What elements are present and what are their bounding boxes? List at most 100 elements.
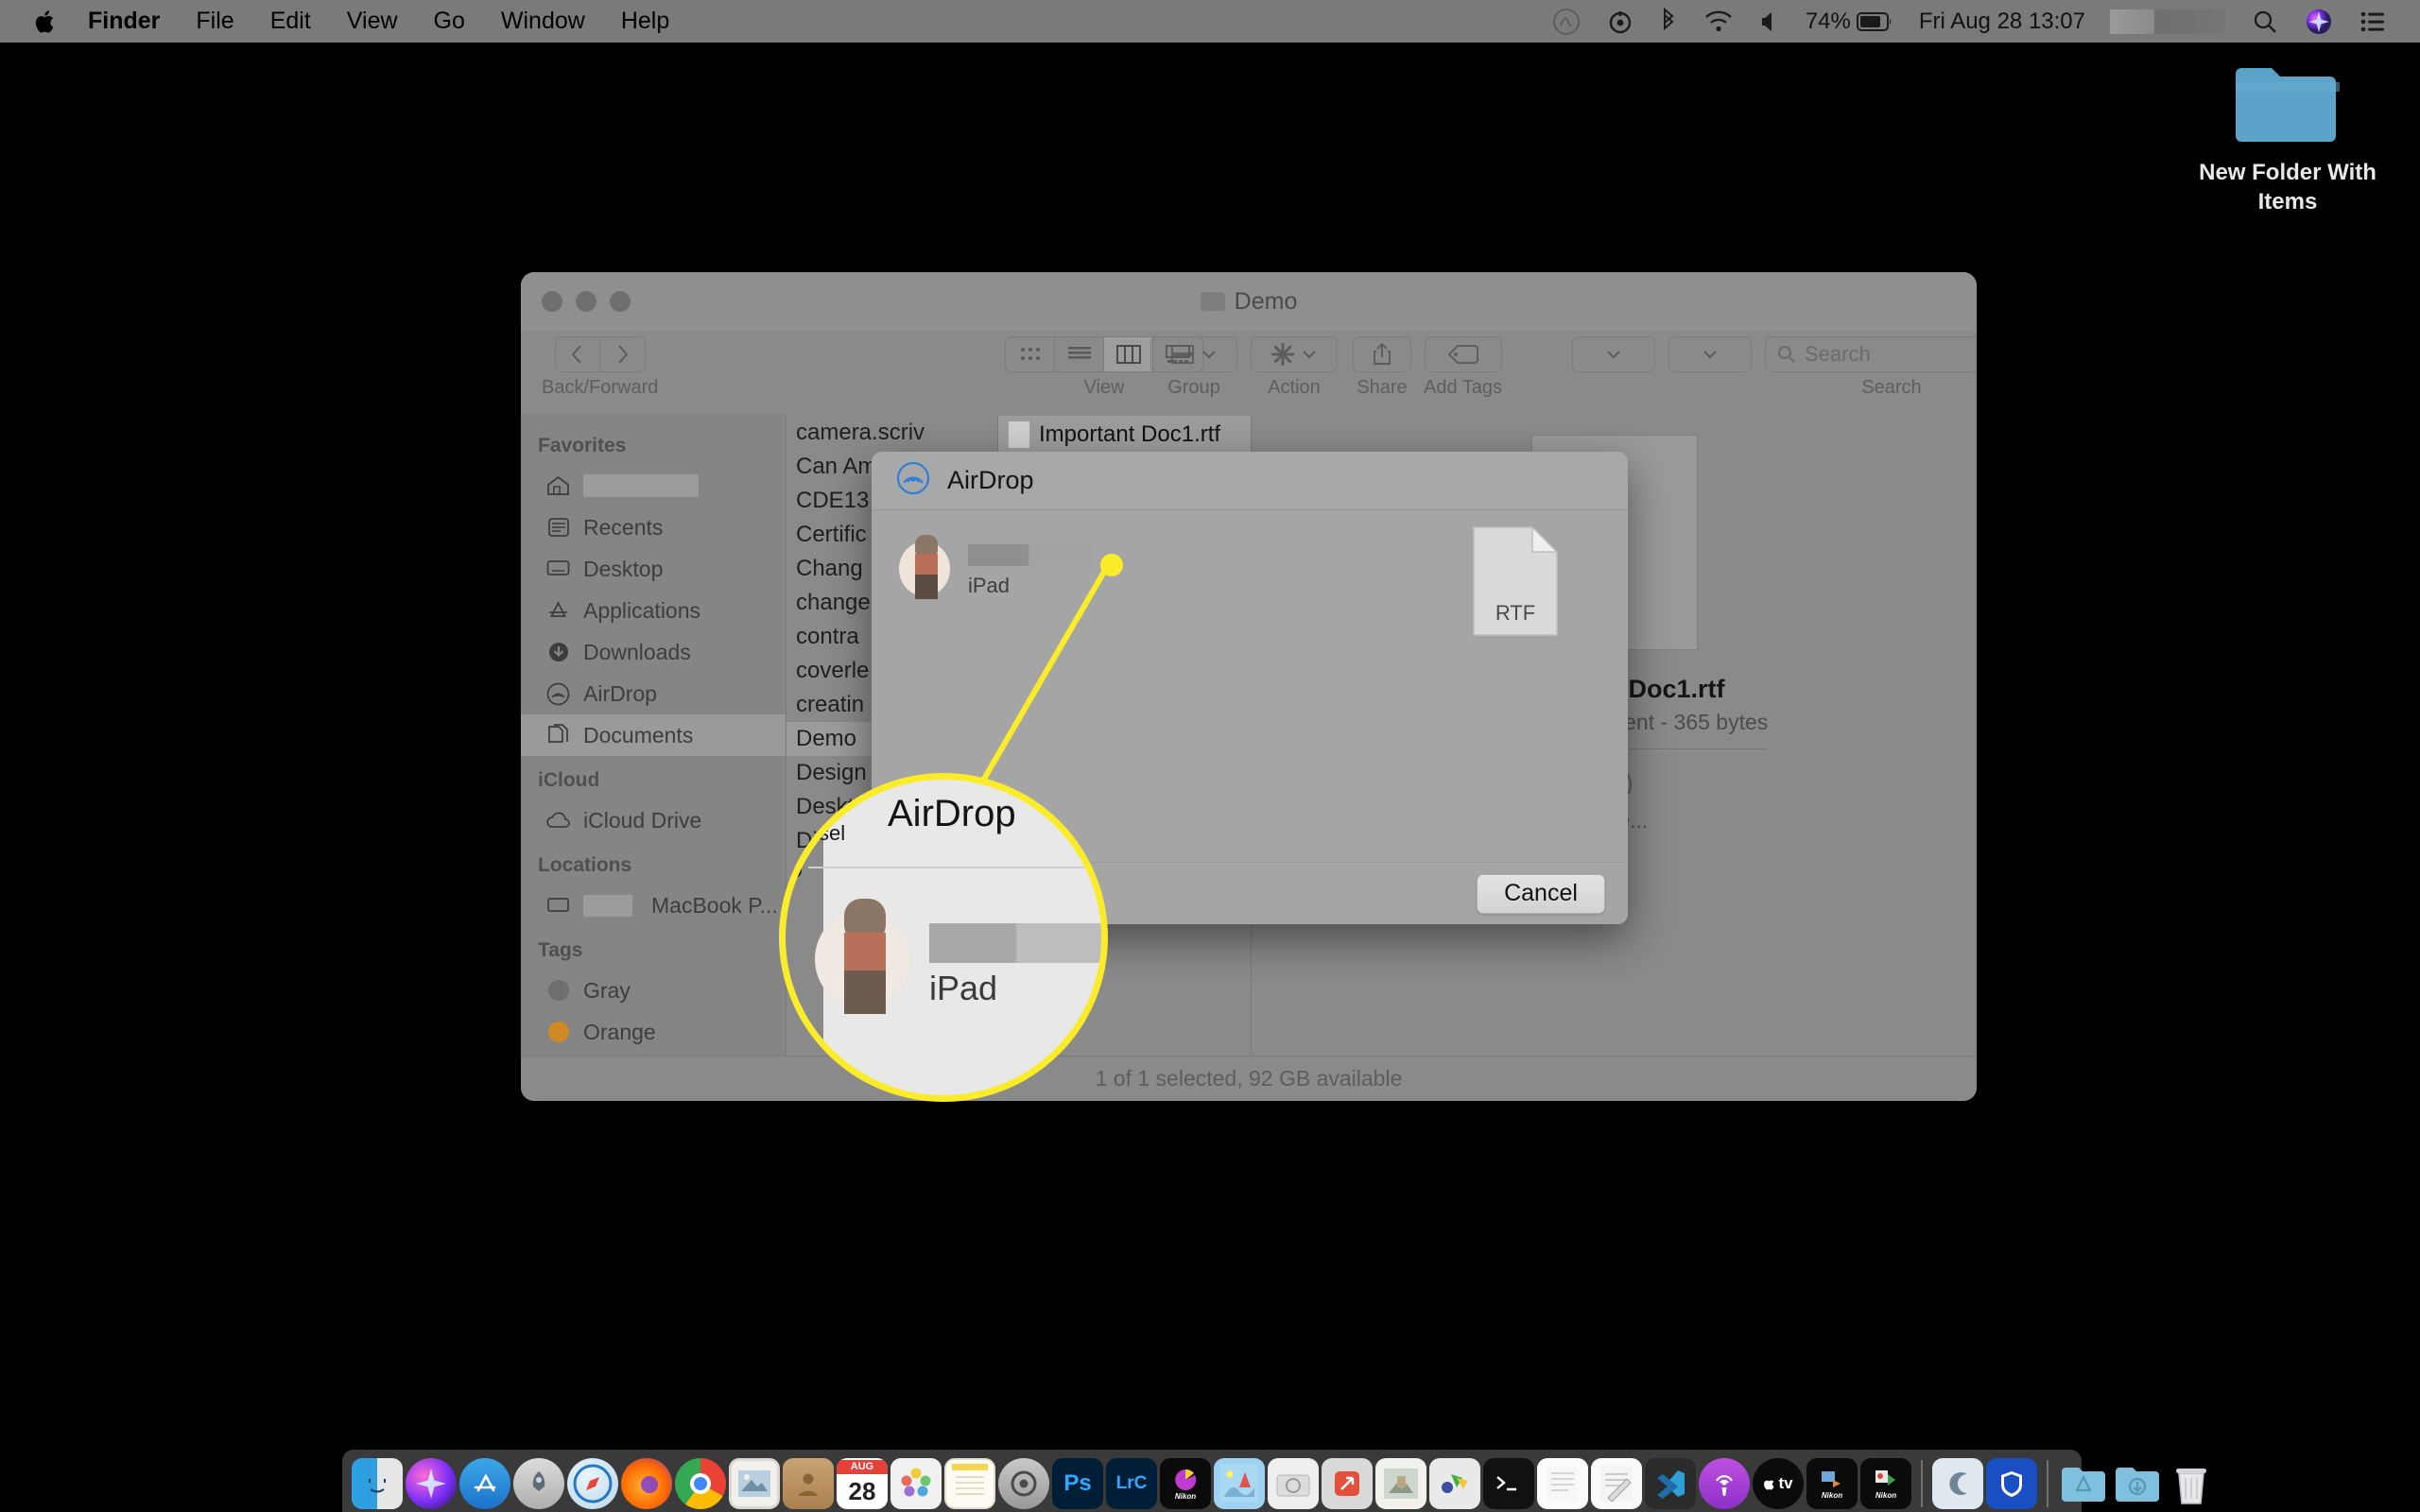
bluetooth-icon[interactable]: [1647, 0, 1690, 43]
apple-tv-icon[interactable]: tv: [1753, 1458, 1804, 1509]
resize-icon[interactable]: [1322, 1458, 1373, 1509]
action-button[interactable]: [1251, 336, 1338, 372]
menu-item-help[interactable]: Help: [603, 0, 687, 43]
nikon-viewnx-icon[interactable]: Nikon: [1860, 1458, 1911, 1509]
control-center-icon[interactable]: [2346, 0, 2399, 43]
menu-item-finder[interactable]: Finder: [70, 0, 178, 43]
downloads-folder-icon[interactable]: [2112, 1458, 2163, 1509]
menu-item-go[interactable]: Go: [416, 0, 483, 43]
photoshop-icon[interactable]: Ps: [1052, 1458, 1103, 1509]
search-group: Search Search: [1572, 336, 1977, 399]
dock: AUG 28 Ps LrC Nikon tv Nikon Nikon: [342, 1450, 2206, 1512]
sidebar-item-home[interactable]: [521, 465, 786, 507]
documents-icon: [545, 724, 571, 747]
sidebar-header-icloud: iCloud: [538, 769, 600, 791]
sidebar-item-tag-orange[interactable]: Orange: [521, 1011, 786, 1053]
system-preferences-icon[interactable]: [998, 1458, 1049, 1509]
podcasts-icon[interactable]: [1699, 1458, 1750, 1509]
contacts-icon[interactable]: [783, 1458, 834, 1509]
dropdown-two-button[interactable]: [1668, 336, 1752, 372]
menu-item-edit[interactable]: Edit: [252, 0, 329, 43]
magnifier-device-type: iPad: [929, 969, 998, 1007]
search-input[interactable]: Search: [1765, 336, 1977, 372]
finder-icon[interactable]: [352, 1458, 403, 1509]
sidebar-item-label: iCloud Drive: [583, 807, 702, 833]
action-label: Action: [1268, 377, 1321, 398]
file-row-important-doc1[interactable]: Important Doc1.rtf: [998, 416, 1251, 454]
battery-status[interactable]: 74%: [1792, 0, 1908, 43]
recipient-device-type: iPad: [968, 574, 1011, 597]
screenshot-icon[interactable]: [1268, 1458, 1319, 1509]
applications-icon: [545, 600, 571, 621]
firefox-icon[interactable]: [621, 1458, 672, 1509]
sidebar-item-documents[interactable]: Documents: [521, 714, 786, 756]
wifi-icon[interactable]: [1690, 0, 1747, 43]
photos-icon[interactable]: [890, 1458, 942, 1509]
share-button[interactable]: [1353, 336, 1411, 372]
safari-icon[interactable]: [567, 1458, 618, 1509]
add-tags-button[interactable]: [1424, 336, 1502, 372]
siri-icon[interactable]: [406, 1458, 457, 1509]
sidebar-item-label: Downloads: [583, 639, 691, 664]
sidebar-item-applications[interactable]: Applications: [521, 590, 786, 631]
sidebar-item-icloud-drive[interactable]: iCloud Drive: [521, 799, 786, 841]
calendar-icon[interactable]: AUG 28: [837, 1458, 888, 1509]
share-label: Share: [1357, 377, 1408, 398]
lightroom-classic-icon[interactable]: LrC: [1106, 1458, 1157, 1509]
back-button[interactable]: [554, 336, 600, 372]
siri-icon[interactable]: [2291, 0, 2346, 43]
sidebar-item-downloads[interactable]: Downloads: [521, 631, 786, 673]
chrome-icon[interactable]: [675, 1458, 726, 1509]
creative-cloud-icon[interactable]: [1539, 0, 1594, 43]
terminal-icon[interactable]: [1483, 1458, 1534, 1509]
launchpad-icon[interactable]: [513, 1458, 564, 1509]
apple-logo-icon[interactable]: [21, 9, 70, 35]
image-capture-icon[interactable]: [1375, 1458, 1426, 1509]
desktop-root: Finder File Edit View Go Window Help 74%…: [0, 0, 2420, 1512]
magnifier-divider: [808, 867, 1101, 868]
textedit-icon[interactable]: [1591, 1458, 1642, 1509]
app-store-icon[interactable]: [459, 1458, 510, 1509]
sidebar-item-airdrop[interactable]: AirDrop: [521, 673, 786, 714]
volume-icon[interactable]: [1747, 0, 1792, 43]
dropdown-one-button[interactable]: [1572, 336, 1655, 372]
magnifier-bg-item: E: [787, 1056, 802, 1079]
menu-item-window[interactable]: Window: [483, 0, 603, 43]
icon-view-icon[interactable]: [1006, 337, 1055, 371]
nikon-transfer-icon[interactable]: Nikon: [1806, 1458, 1858, 1509]
steelseries-icon[interactable]: [1594, 0, 1647, 43]
sidebar-item-recents[interactable]: Recents: [521, 507, 786, 548]
tag-dot-icon: [545, 980, 571, 1001]
forward-button[interactable]: [599, 336, 646, 372]
keynote-icon[interactable]: [1429, 1458, 1480, 1509]
dock-separator: [2047, 1460, 2048, 1507]
column-view-icon[interactable]: [1104, 337, 1153, 371]
menu-item-view[interactable]: View: [329, 0, 416, 43]
notes-icon[interactable]: [944, 1458, 995, 1509]
laptop-icon: [545, 897, 571, 914]
1password-icon[interactable]: [1986, 1458, 2037, 1509]
sidebar-item-tag-gray[interactable]: Gray: [521, 970, 786, 1011]
sidebar-item-desktop[interactable]: Desktop: [521, 548, 786, 590]
list-item[interactable]: camera.scriv: [786, 416, 997, 450]
list-view-icon[interactable]: [1055, 337, 1104, 371]
vscode-icon[interactable]: [1645, 1458, 1696, 1509]
airdrop-recipient[interactable]: iPad: [896, 531, 1093, 601]
group-label: Group: [1167, 377, 1220, 398]
nikon-capture-icon[interactable]: Nikon: [1160, 1458, 1211, 1509]
sidebar-item-label: AirDrop: [583, 680, 657, 706]
pages-icon[interactable]: [1537, 1458, 1588, 1509]
preview-icon[interactable]: [1214, 1458, 1265, 1509]
trash-icon[interactable]: [2166, 1458, 2217, 1509]
group-button[interactable]: [1150, 336, 1237, 372]
applications-folder-icon[interactable]: [2058, 1458, 2109, 1509]
search-icon[interactable]: [2238, 0, 2291, 43]
mail-icon[interactable]: [729, 1458, 780, 1509]
cleanmymac-icon[interactable]: [1932, 1458, 1983, 1509]
menu-bar-clock[interactable]: Fri Aug 28 13:07: [1908, 9, 2097, 35]
desktop-folder-item[interactable]: New Folder With Items: [2188, 59, 2387, 216]
sidebar-item-macbook[interactable]: MacBook P...: [521, 885, 786, 926]
menu-item-file[interactable]: File: [178, 0, 251, 43]
cancel-button[interactable]: Cancel: [1477, 873, 1605, 914]
window-title: Demo: [1234, 287, 1298, 315]
